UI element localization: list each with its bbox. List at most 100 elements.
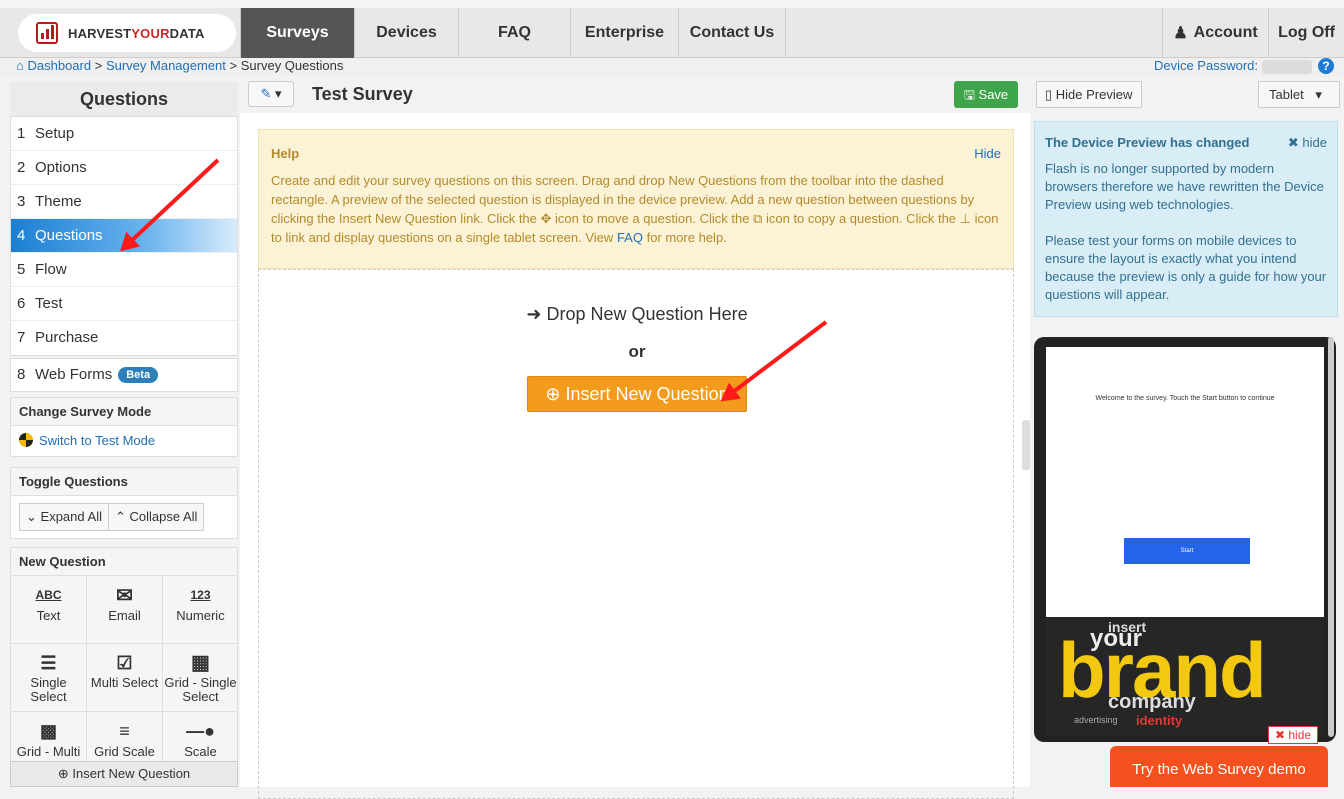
chevron-up-icon: ⌃ [114, 509, 126, 524]
question-drop-zone[interactable]: ➜ Drop New Question Here or ⊕ Insert New… [258, 269, 1014, 799]
step-purchase[interactable]: 7 Purchase [11, 321, 237, 355]
survey-title: Test Survey [312, 84, 413, 104]
close-icon: ✖ [1274, 728, 1286, 742]
test-mode-icon [19, 433, 33, 447]
device-password-label: Device Password: [1153, 58, 1258, 73]
edit-survey-dropdown[interactable]: ✎ ▾ [248, 81, 294, 107]
brand-word: company [1108, 691, 1196, 713]
top-stripe [0, 0, 1344, 8]
nav-tab-devices[interactable]: Devices [354, 8, 458, 58]
step-options[interactable]: 2 Options [11, 151, 237, 185]
link-icon: ⊥ [959, 211, 971, 226]
brand-word: advertising [1074, 715, 1118, 725]
tablet-icon: ▯ [1045, 87, 1053, 102]
preview-notice: The Device Preview has changed ✖ hide Fl… [1034, 121, 1338, 317]
grid-icon: ▦ [191, 652, 210, 674]
new-question-header: New Question [11, 548, 237, 576]
chevron-down-icon: ⌄ [26, 509, 37, 524]
close-icon: ✖ [1287, 135, 1299, 150]
question-type-single-select[interactable]: ☰ Single Select [11, 644, 87, 712]
question-type-grid-single[interactable]: ▦ Grid - Single Select [163, 644, 237, 712]
faq-link[interactable]: FAQ [617, 230, 643, 245]
preview-start-button[interactable]: Start [1124, 538, 1250, 564]
question-type-grid-multi[interactable]: ▩ Grid - Multi [11, 712, 87, 762]
top-nav: HARVESTYOURDATA Surveys Devices FAQ Ente… [0, 0, 1344, 58]
nav-tab-faq[interactable]: FAQ [458, 8, 570, 58]
breadcrumb-bar: ⌂ Dashboard > Survey Management > Survey… [0, 58, 1344, 76]
account-button[interactable]: ♟ Account [1162, 8, 1268, 58]
resize-handle[interactable] [1022, 420, 1030, 470]
question-type-grid-scale[interactable]: ≡ Grid Scale [87, 712, 163, 762]
abc-icon: ABC [35, 588, 62, 602]
user-icon: ♟ [1173, 25, 1188, 42]
step-theme[interactable]: 3 Theme [11, 185, 237, 219]
notice-title: The Device Preview has changed [1045, 135, 1250, 150]
help-hide-link[interactable]: Hide [974, 144, 1001, 163]
try-demo-button[interactable]: Try the Web Survey demo [1110, 746, 1328, 787]
collapse-all-button[interactable]: ⌃ Collapse All [108, 503, 205, 531]
breadcrumb-dashboard[interactable]: Dashboard [27, 58, 91, 73]
step-test[interactable]: 6 Test [11, 287, 237, 321]
expand-all-button[interactable]: ⌄ Expand All [19, 503, 109, 531]
breadcrumb-survey-management[interactable]: Survey Management [106, 58, 226, 73]
change-mode-header: Change Survey Mode [11, 398, 237, 426]
move-icon: ✥ [540, 211, 552, 226]
envelope-icon: ✉ [116, 584, 133, 607]
survey-toolbar: ✎ ▾ Test Survey 🖫 Save [240, 77, 1030, 113]
caret-down-icon: ▾ [1315, 87, 1322, 102]
notice-paragraph-1: Flash is no longer supported by modern b… [1045, 161, 1324, 212]
sidebar-insert-question-button[interactable]: ⊕ Insert New Question [10, 761, 238, 787]
grid-multi-icon: ▩ [39, 720, 57, 741]
caret-down-icon: ▾ [275, 86, 282, 101]
brand-hide-button[interactable]: ✖ hide [1268, 726, 1318, 744]
nav-tab-contact[interactable]: Contact Us [678, 8, 786, 58]
preview-scrollbar[interactable] [1328, 337, 1334, 737]
question-type-text[interactable]: ABC Text [11, 576, 87, 644]
plus-circle-icon: ⊕ [57, 766, 69, 781]
nav-tab-surveys[interactable]: Surveys [240, 8, 354, 58]
toggle-header: Toggle Questions [11, 468, 237, 496]
notice-paragraph-2: Please test your forms on mobile devices… [1045, 233, 1327, 302]
breadcrumb: ⌂ Dashboard > Survey Management > Survey… [16, 58, 343, 74]
step-web-forms[interactable]: 8 Web Forms Beta [10, 358, 238, 392]
logo[interactable]: HARVESTYOURDATA [18, 14, 236, 52]
step-flow[interactable]: 5 Flow [11, 253, 237, 287]
home-icon: ⌂ [16, 58, 24, 73]
nav-tab-enterprise[interactable]: Enterprise [570, 8, 678, 58]
switch-test-mode-link[interactable]: Switch to Test Mode [11, 426, 237, 456]
question-type-email[interactable]: ✉ Email [87, 576, 163, 644]
step-setup[interactable]: 1 Setup [11, 117, 237, 151]
hide-preview-button[interactable]: ▯ Hide Preview [1036, 81, 1142, 108]
brand-word: identity [1136, 713, 1183, 728]
numbers-icon: 123 [190, 588, 211, 602]
help-icon[interactable]: ? [1318, 58, 1334, 74]
save-button[interactable]: 🖫 Save [954, 81, 1018, 108]
drop-text: ➜ Drop New Question Here [526, 304, 748, 324]
question-type-scale[interactable]: —● Scale [163, 712, 237, 762]
floppy-icon: 🖫 [963, 87, 975, 102]
breadcrumb-sep: > [229, 58, 238, 73]
logo-text: HARVESTYOURDATA [68, 25, 205, 41]
grid-scale-icon: ≡ [119, 720, 130, 741]
question-type-numeric[interactable]: 123 Numeric [163, 576, 237, 644]
question-type-multi-select[interactable]: ☑ Multi Select [87, 644, 163, 712]
brand-banner: insert brand your company advertising id… [1046, 617, 1324, 735]
plus-circle-icon: ⊕ [545, 384, 561, 404]
single-select-icon: ☰ [40, 653, 57, 673]
device-preview: Welcome to the survey. Touch the Start b… [1034, 337, 1336, 742]
welcome-text: Welcome to the survey. Touch the Start b… [1095, 395, 1275, 402]
device-screen: Welcome to the survey. Touch the Start b… [1046, 347, 1324, 617]
device-select[interactable]: Tablet ▾ [1258, 81, 1340, 108]
pencil-icon: ✎ [260, 86, 272, 101]
sign-in-icon: ➜ [526, 304, 542, 324]
toggle-panel: Toggle Questions ⌄ Expand All ⌃ Collapse… [10, 467, 238, 539]
notice-hide-button[interactable]: ✖ hide [1288, 134, 1327, 152]
scale-icon: —● [186, 720, 215, 741]
new-question-panel: New Question ABC Text ✉ Email 123 Numeric ☰… [10, 547, 238, 763]
logoff-button[interactable]: Log Off [1268, 8, 1344, 58]
sidebar-title: Questions [10, 82, 238, 116]
multi-select-icon: ☑ [116, 653, 133, 673]
sidebar: Questions 1 Setup 2 Options 3 Theme 4 Questi… [0, 77, 240, 787]
breadcrumb-sep: > [94, 58, 103, 73]
help-box: Help Hide Create and edit your survey qu… [258, 129, 1014, 269]
